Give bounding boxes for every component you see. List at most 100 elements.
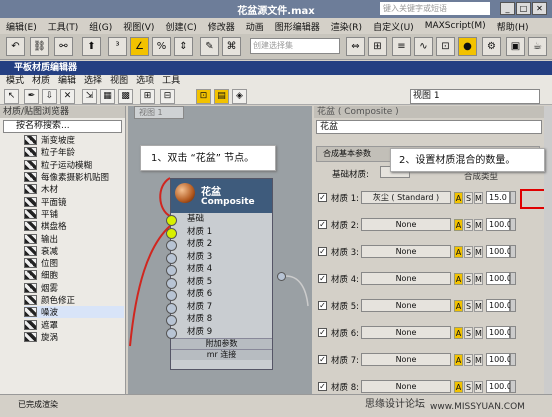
render-setup-icon[interactable]: ⚙: [482, 37, 501, 56]
browser-item[interactable]: 输出: [24, 232, 124, 245]
amount-input[interactable]: 100.0: [486, 326, 512, 339]
seme-menu-item[interactable]: 选项: [136, 75, 154, 88]
select-by-material-icon[interactable]: ◈: [232, 89, 247, 104]
menu-item[interactable]: 修改器: [208, 20, 235, 33]
material-enable-checkbox[interactable]: ✓: [318, 247, 327, 256]
menu-item[interactable]: 创建(C): [165, 20, 196, 33]
menu-item[interactable]: 帮助(H): [497, 20, 529, 33]
amount-spinner[interactable]: [510, 353, 516, 366]
amount-spinner[interactable]: [510, 272, 516, 285]
browser-item[interactable]: 颜色修正: [24, 294, 124, 306]
seme-menu-item[interactable]: 选择: [84, 75, 102, 88]
select-link-icon[interactable]: ⛓: [30, 37, 49, 56]
subtractive-toggle[interactable]: S: [464, 272, 473, 285]
browser-item[interactable]: 位图: [24, 257, 124, 269]
delete-icon[interactable]: ✕: [60, 89, 75, 104]
browser-item[interactable]: 衰减: [24, 245, 124, 257]
help-search-input[interactable]: 键入关键字或短语: [380, 2, 490, 15]
browser-item[interactable]: 木材: [24, 183, 124, 195]
menu-item[interactable]: 视图(V): [123, 20, 154, 33]
layers-icon[interactable]: ≡: [392, 37, 411, 56]
mix-toggle[interactable]: M: [474, 245, 483, 258]
seme-menu-item[interactable]: 视图: [110, 75, 128, 88]
browser-item[interactable]: 噪波: [24, 306, 124, 319]
additive-toggle[interactable]: A: [454, 191, 463, 204]
unlink-icon[interactable]: ⚯: [54, 37, 73, 56]
amount-input[interactable]: 100.0: [486, 380, 512, 393]
parameter-editor-icon[interactable]: ▤: [214, 89, 229, 104]
material-slot-button[interactable]: None: [361, 353, 451, 366]
named-sel-icon[interactable]: ⌘: [222, 37, 241, 56]
browser-item[interactable]: 粒子运动模糊: [24, 159, 124, 171]
node-footer-params[interactable]: 附加参数: [171, 338, 272, 349]
show-map-icon[interactable]: ▦: [100, 89, 115, 104]
browser-search-input[interactable]: 按名称搜索...: [3, 120, 122, 133]
subtractive-toggle[interactable]: S: [464, 353, 473, 366]
seme-menu-item[interactable]: 材质: [32, 75, 50, 88]
material-slot-button[interactable]: None: [361, 272, 451, 285]
node-slot[interactable]: 基础: [166, 213, 272, 226]
amount-spinner[interactable]: [510, 191, 516, 204]
edit-named-sel-icon[interactable]: ✎: [200, 37, 219, 56]
subtractive-toggle[interactable]: S: [464, 218, 473, 231]
menu-item[interactable]: 自定义(U): [373, 20, 414, 33]
layout-children-icon[interactable]: ⊟: [160, 89, 175, 104]
select-icon[interactable]: ⬆: [82, 37, 101, 56]
browser-item[interactable]: 遮罩: [24, 318, 124, 331]
amount-input[interactable]: 100.0: [486, 299, 512, 312]
browser-item[interactable]: 渐变坡度: [24, 134, 124, 146]
additive-toggle[interactable]: A: [454, 326, 463, 339]
select-tool-icon[interactable]: ↖: [4, 89, 19, 104]
mix-toggle[interactable]: M: [474, 272, 483, 285]
amount-input[interactable]: 15.0: [486, 191, 510, 204]
mix-toggle[interactable]: M: [474, 353, 483, 366]
browser-item[interactable]: 粒子年龄: [24, 146, 124, 158]
browser-item[interactable]: 棋盘格: [24, 220, 124, 232]
angle-snap-icon[interactable]: ∠: [130, 37, 149, 56]
subtractive-toggle[interactable]: S: [464, 245, 473, 258]
browser-item[interactable]: 细胞: [24, 269, 124, 281]
subtractive-toggle[interactable]: S: [464, 380, 473, 393]
node-slot[interactable]: 材质 9: [166, 326, 272, 338]
view-dropdown[interactable]: 视图 1: [410, 89, 540, 104]
seme-menu-item[interactable]: 工具: [162, 75, 180, 88]
browser-item[interactable]: 平铺: [24, 208, 124, 220]
material-enable-checkbox[interactable]: ✓: [318, 328, 327, 337]
amount-spinner[interactable]: [510, 218, 516, 231]
mix-toggle[interactable]: M: [474, 218, 483, 231]
amount-spinner[interactable]: [510, 245, 516, 258]
material-enable-checkbox[interactable]: ✓: [318, 382, 327, 391]
material-slot-button[interactable]: None: [361, 380, 451, 393]
node-output-socket[interactable]: [277, 272, 286, 281]
mix-toggle[interactable]: M: [474, 191, 483, 204]
amount-spinner[interactable]: [510, 299, 516, 312]
amount-input[interactable]: 100.0: [486, 245, 512, 258]
align-icon[interactable]: ⊞: [368, 37, 387, 56]
node-slot[interactable]: 材质 2: [166, 238, 272, 251]
material-slot-button[interactable]: None: [361, 218, 451, 231]
seme-menu-item[interactable]: 编辑: [58, 75, 76, 88]
mix-toggle[interactable]: M: [474, 326, 483, 339]
minimize-button[interactable]: _: [500, 2, 515, 15]
browser-item[interactable]: 每像素摄影机贴图: [24, 171, 124, 183]
composite-node[interactable]: 花盆 Composite 基础 材质 1 材质 2 材质 3 材质 4 材质 5 材质 6材…: [166, 178, 273, 370]
render-icon[interactable]: ☕: [528, 37, 547, 56]
node-footer-mr[interactable]: mr 连接: [171, 349, 272, 360]
material-enable-checkbox[interactable]: ✓: [318, 220, 327, 229]
browser-item[interactable]: 旋涡: [24, 331, 124, 343]
node-slot[interactable]: 材质 3: [166, 251, 272, 263]
menu-item[interactable]: MAXScript(M): [425, 21, 486, 31]
spinner-snap-icon[interactable]: ⇕: [174, 37, 193, 56]
amount-input[interactable]: 100.0: [486, 353, 512, 366]
amount-input[interactable]: 100.0: [486, 272, 512, 285]
browser-item[interactable]: 平面镜: [24, 195, 124, 208]
move-children-icon[interactable]: ⇲: [82, 89, 97, 104]
additive-toggle[interactable]: A: [454, 299, 463, 312]
mix-toggle[interactable]: M: [474, 299, 483, 312]
subtractive-toggle[interactable]: S: [464, 326, 473, 339]
material-slot-button[interactable]: None: [361, 326, 451, 339]
material-enable-checkbox[interactable]: ✓: [318, 355, 327, 364]
menu-item[interactable]: 编辑(E): [6, 20, 37, 33]
layout-all-icon[interactable]: ⊞: [140, 89, 155, 104]
material-slot-button[interactable]: 灰尘 ( Standard ): [361, 191, 451, 204]
